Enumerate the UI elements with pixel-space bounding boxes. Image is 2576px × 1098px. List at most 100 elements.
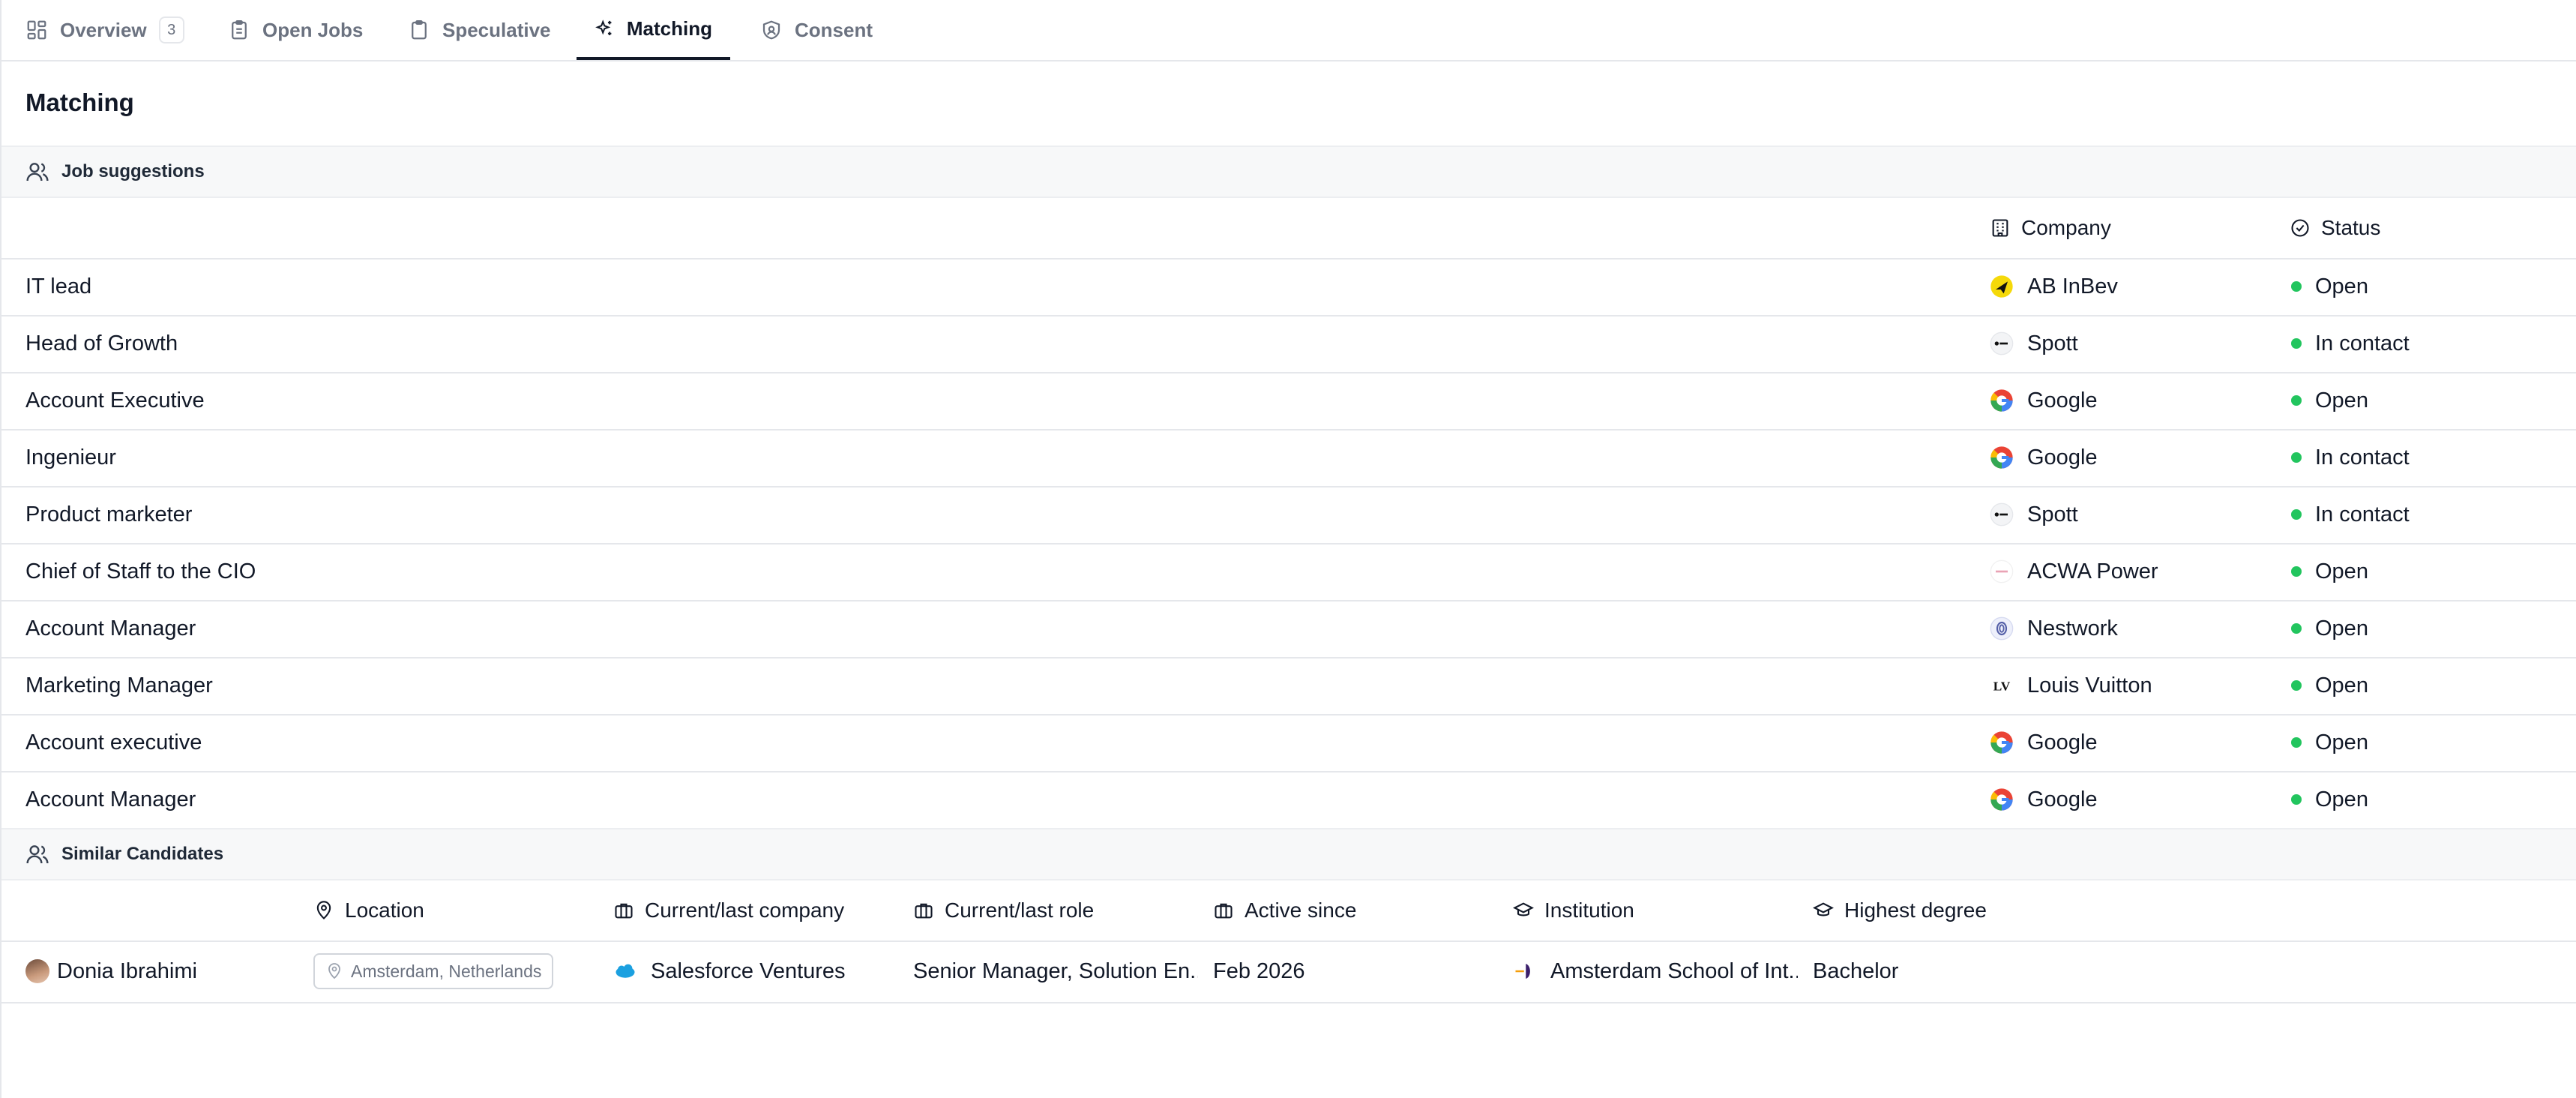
nestwork-logo-icon — [1990, 616, 2014, 640]
column-current-company[interactable]: Current/last company — [613, 880, 844, 940]
job-title-cell: Marketing Manager — [25, 657, 213, 714]
candidate-role: Senior Manager, Solution En... — [913, 958, 1198, 983]
similar-candidates-title: Similar Candidates — [61, 844, 224, 864]
sparkles-icon — [595, 20, 612, 35]
column-location-label: Location — [345, 898, 424, 922]
avatar — [25, 959, 49, 983]
candidate-institution-cell: Amsterdam School of Int... — [1513, 940, 1798, 1002]
job-suggestion-row[interactable]: Head of Growth Spott In contact — [1, 315, 2576, 374]
job-suggestion-row[interactable]: Marketing Manager LV Louis Vuitton Open — [1, 657, 2576, 716]
job-title: Marketing Manager — [25, 673, 213, 698]
status-badge: Open — [2315, 787, 2368, 812]
svg-text:LV: LV — [1993, 680, 2011, 694]
job-suggestion-row[interactable]: Product marketer Spott In contact — [1, 486, 2576, 544]
job-title: Product marketer — [25, 502, 193, 526]
column-highest-degree[interactable]: Highest degree — [1813, 880, 1987, 940]
status-dot-icon — [2291, 509, 2302, 520]
status-cell: Open — [2291, 657, 2368, 714]
column-location[interactable]: Location — [313, 880, 424, 940]
spott-logo-icon — [1990, 502, 2014, 526]
location-chip[interactable]: Amsterdam, Netherlands — [313, 953, 554, 989]
candidates-column-header: Location Current/last company Current/la… — [1, 880, 2576, 942]
tab-overview-label: Overview — [60, 18, 147, 41]
users-icon — [26, 163, 49, 182]
users-icon — [26, 845, 49, 864]
job-title-cell: Chief of Staff to the CIO — [25, 543, 256, 600]
job-title-cell: Head of Growth — [25, 315, 178, 372]
company-cell: AB InBev — [1990, 258, 2118, 315]
job-suggestions-header: Job suggestions — [1, 146, 2576, 198]
job-title: Account Manager — [25, 616, 196, 640]
column-company[interactable]: Company — [1990, 198, 2111, 258]
tab-speculative[interactable]: Speculative — [390, 0, 569, 60]
job-title-cell: IT lead — [25, 258, 91, 315]
company-name: Google — [2027, 730, 2098, 754]
tab-consent[interactable]: Consent — [742, 0, 891, 60]
status-cell: Open — [2291, 543, 2368, 600]
graduation-cap-icon — [1813, 902, 1834, 916]
status-badge: Open — [2315, 388, 2368, 412]
job-suggestion-row[interactable]: Account Executive Google Open — [1, 372, 2576, 430]
lv-logo-icon: LV — [1990, 674, 2014, 698]
status-dot-icon — [2291, 452, 2302, 463]
job-suggestion-row[interactable]: Account Manager Nestwork Open — [1, 600, 2576, 658]
building-icon — [1992, 219, 2008, 237]
job-suggestion-row[interactable]: Ingenieur Google In contact — [1, 429, 2576, 488]
tab-matching[interactable]: Matching — [577, 0, 730, 60]
company-cell: Google — [1990, 372, 2098, 429]
column-active-since-label: Active since — [1245, 898, 1357, 922]
job-suggestions-column-header: Company Status — [1, 198, 2576, 260]
location-value: Amsterdam, Netherlands — [351, 961, 542, 981]
google-logo-icon — [1990, 730, 2014, 754]
status-dot-icon — [2291, 794, 2302, 805]
candidate-company-cell: Salesforce Ventures — [613, 940, 846, 1002]
status-cell: In contact — [2291, 486, 2410, 543]
google-logo-icon — [1990, 788, 2014, 812]
status-badge: In contact — [2315, 445, 2410, 470]
job-title: Account Executive — [25, 388, 205, 412]
job-suggestion-row[interactable]: Account Manager Google Open — [1, 771, 2576, 830]
column-company-label: Company — [2021, 216, 2111, 239]
column-active-since[interactable]: Active since — [1213, 880, 1356, 940]
tab-open-jobs[interactable]: Open Jobs — [210, 0, 381, 60]
status-badge: Open — [2315, 616, 2368, 640]
company-cell: Nestwork — [1990, 600, 2118, 657]
column-current-role[interactable]: Current/last role — [913, 880, 1094, 940]
company-name: Google — [2027, 787, 2098, 812]
tab-overview[interactable]: Overview 3 — [7, 0, 202, 60]
status-dot-icon — [2291, 737, 2302, 748]
candidate-name-cell[interactable]: Donia Ibrahimi — [25, 940, 197, 1002]
status-cell: Open — [2291, 771, 2368, 828]
company-cell: Spott — [1990, 486, 2078, 543]
page-title: Matching — [25, 88, 134, 116]
candidate-degree: Bachelor — [1813, 958, 1899, 983]
google-logo-icon — [1990, 446, 2014, 470]
column-highest-degree-label: Highest degree — [1844, 898, 1987, 922]
job-title-cell: Ingenieur — [25, 429, 116, 486]
company-name: ACWA Power — [2027, 559, 2158, 584]
status-badge: In contact — [2315, 331, 2410, 356]
column-institution[interactable]: Institution — [1513, 880, 1634, 940]
candidate-location-cell: Amsterdam, Netherlands — [313, 940, 554, 1002]
status-dot-icon — [2291, 680, 2302, 691]
briefcase-icon — [615, 903, 633, 919]
company-name: Google — [2027, 388, 2098, 412]
job-title-cell: Account Manager — [25, 771, 196, 828]
company-cell: Google — [1990, 771, 2098, 828]
grid-icon — [27, 20, 46, 40]
job-suggestion-row[interactable]: Chief of Staff to the CIO ACWA Power Open — [1, 543, 2576, 602]
company-cell: Google — [1990, 714, 2098, 771]
company-name: Nestwork — [2027, 616, 2118, 640]
candidate-row[interactable]: Donia Ibrahimi Amsterdam, Netherlands Sa… — [1, 940, 2576, 1004]
column-status[interactable]: Status — [2290, 198, 2380, 258]
job-suggestion-row[interactable]: Account executive Google Open — [1, 714, 2576, 772]
status-badge: In contact — [2315, 502, 2410, 526]
tab-speculative-label: Speculative — [442, 18, 551, 41]
company-cell: ACWA Power — [1990, 543, 2158, 600]
job-suggestion-row[interactable]: IT lead AB InBev Open — [1, 258, 2576, 316]
similar-candidates-header: Similar Candidates — [1, 828, 2576, 880]
map-pin-icon — [316, 901, 331, 920]
status-cell: Open — [2291, 372, 2368, 429]
tab-bar: Overview 3 Open Jobs Speculative Matchin… — [0, 0, 2576, 62]
company-cell: Google — [1990, 429, 2098, 486]
